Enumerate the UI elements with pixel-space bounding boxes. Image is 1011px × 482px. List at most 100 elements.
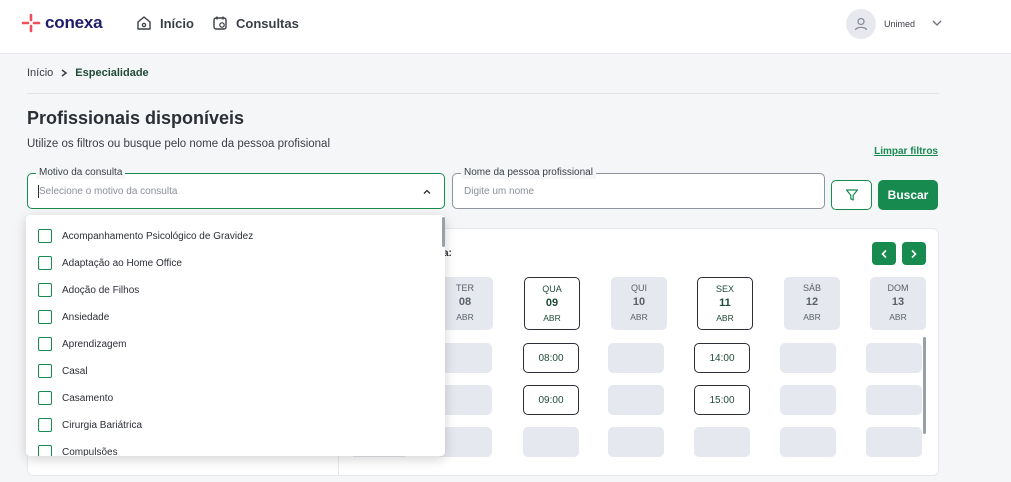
reason-select[interactable]: Motivo da consulta Selecione o motivo da… [27, 167, 445, 209]
time-slot-empty [780, 343, 836, 373]
search-button[interactable]: Buscar [878, 180, 938, 210]
nav-consultas-label: Consultas [236, 15, 299, 31]
checkbox[interactable] [38, 229, 52, 243]
dropdown-option[interactable]: Cirurgia Bariátrica [38, 418, 142, 432]
breadcrumb-home[interactable]: Início [27, 67, 53, 79]
day-month: ABR [803, 312, 821, 322]
day-thu[interactable]: QUI 10 ABR [611, 277, 667, 330]
dropdown-option-label: Aprendizagem [62, 338, 127, 350]
user-icon [854, 17, 868, 31]
day-number: 11 [719, 297, 731, 309]
checkbox[interactable] [38, 310, 52, 324]
schedule-scrollbar[interactable] [923, 337, 926, 434]
dropdown-option-label: Casamento [62, 392, 114, 404]
filter-button[interactable] [831, 180, 872, 210]
day-sat[interactable]: SÁB 12 ABR [784, 277, 840, 330]
chevron-left-icon [881, 249, 887, 258]
checkbox[interactable] [38, 418, 52, 432]
checkbox[interactable] [38, 256, 52, 270]
chevron-up-icon[interactable] [422, 187, 432, 197]
time-slot-empty [780, 385, 836, 415]
time-slot-empty [608, 427, 664, 457]
chevron-right-icon [911, 249, 917, 258]
day-number: 09 [545, 297, 559, 309]
time-slot[interactable]: 08:00 [523, 343, 579, 373]
time-slot-empty [866, 427, 922, 457]
conexa-mark-icon [21, 13, 41, 33]
day-name: SÁB [802, 283, 821, 293]
breadcrumb: Início Especialidade [27, 67, 149, 79]
filter-icon [845, 189, 858, 201]
nav-inicio-label: Início [160, 15, 194, 31]
top-bar: conexa Início Consultas Unimed [0, 0, 1011, 54]
dropdown-option-label: Acompanhamento Psicológico de Gravidez [62, 230, 254, 242]
time-slot[interactable]: 14:00 [694, 343, 750, 373]
professional-name-placeholder: Digite um nome [464, 186, 535, 197]
day-name: QUI [630, 283, 647, 293]
dropdown-option[interactable]: Compulsões [38, 445, 118, 456]
page-title: Profissionais disponíveis [27, 108, 245, 128]
day-fri[interactable]: SEX 11 ABR [697, 277, 753, 330]
nav-inicio[interactable]: Início [136, 15, 194, 31]
dropdown-option-label: Adaptação ao Home Office [62, 257, 182, 269]
dropdown-option-label: Ansiedade [62, 311, 110, 323]
breadcrumb-current: Especialidade [75, 67, 149, 79]
day-sun[interactable]: DOM 13 ABR [870, 277, 926, 330]
checkbox[interactable] [38, 283, 52, 297]
prev-week-button[interactable] [872, 242, 896, 265]
brand-name: conexa [45, 13, 103, 32]
day-month: ABR [456, 312, 474, 322]
dropdown-scrollbar[interactable] [442, 217, 445, 247]
avatar [845, 9, 876, 39]
day-tue[interactable]: TER 08 ABR [437, 277, 493, 330]
time-slot[interactable]: 15:00 [694, 385, 750, 415]
time-slot-empty [866, 385, 922, 415]
dropdown-option[interactable]: Adaptação ao Home Office [38, 256, 182, 270]
divider [27, 93, 939, 94]
day-number: 10 [632, 296, 646, 308]
user-menu[interactable]: Unimed [845, 9, 915, 39]
user-name: Unimed [883, 19, 915, 29]
calendar-icon [213, 16, 227, 30]
time-slot-empty [608, 343, 664, 373]
dropdown-option[interactable]: Acompanhamento Psicológico de Gravidez [38, 229, 253, 243]
card-divider [338, 456, 339, 476]
dropdown-option-label: Cirurgia Bariátrica [62, 419, 143, 431]
day-month: ABR [543, 313, 561, 323]
checkbox[interactable] [38, 337, 52, 351]
dropdown-option[interactable]: Adoção de Filhos [38, 283, 139, 297]
dropdown-option[interactable]: Casamento [38, 391, 113, 405]
checkbox[interactable] [38, 391, 52, 405]
reason-select-label: Motivo da consulta [36, 167, 126, 179]
next-week-button[interactable] [902, 242, 926, 265]
clear-filters-link[interactable]: Limpar filtros [874, 146, 938, 157]
time-slot-empty [866, 343, 922, 373]
brand-logo[interactable]: conexa [21, 13, 103, 33]
reason-select-placeholder: Selecione o motivo da consulta [39, 186, 178, 197]
nav-consultas[interactable]: Consultas [212, 15, 299, 31]
dropdown-option[interactable]: Ansiedade [38, 310, 109, 324]
checkbox[interactable] [38, 445, 52, 456]
dropdown-option[interactable]: Casal [38, 364, 88, 378]
time-slot-empty [523, 427, 579, 457]
day-month: ABR [716, 313, 734, 323]
reason-dropdown: Acompanhamento Psicológico de Gravidez A… [26, 215, 445, 456]
day-name: SEX [715, 284, 734, 294]
day-name: DOM [887, 283, 909, 293]
home-icon [137, 16, 151, 30]
checkbox[interactable] [38, 364, 52, 378]
day-number: 13 [891, 296, 905, 308]
day-wed[interactable]: QUA 09 ABR [524, 277, 580, 330]
day-number: 12 [805, 296, 819, 308]
professional-name-label: Nome da pessoa profissional [461, 167, 596, 179]
chevron-down-icon[interactable] [931, 18, 943, 28]
day-month: ABR [889, 312, 907, 322]
page-subtitle: Utilize os filtros ou busque pelo nome d… [27, 138, 331, 150]
chevron-right-icon [61, 69, 68, 77]
time-slot-empty [694, 427, 750, 457]
day-number: 08 [458, 296, 472, 308]
dropdown-option[interactable]: Aprendizagem [38, 337, 126, 351]
dropdown-option-label: Casal [62, 365, 88, 377]
time-slot[interactable]: 09:00 [523, 385, 579, 415]
professional-name-field[interactable]: Nome da pessoa profissional Digite um no… [452, 167, 825, 209]
